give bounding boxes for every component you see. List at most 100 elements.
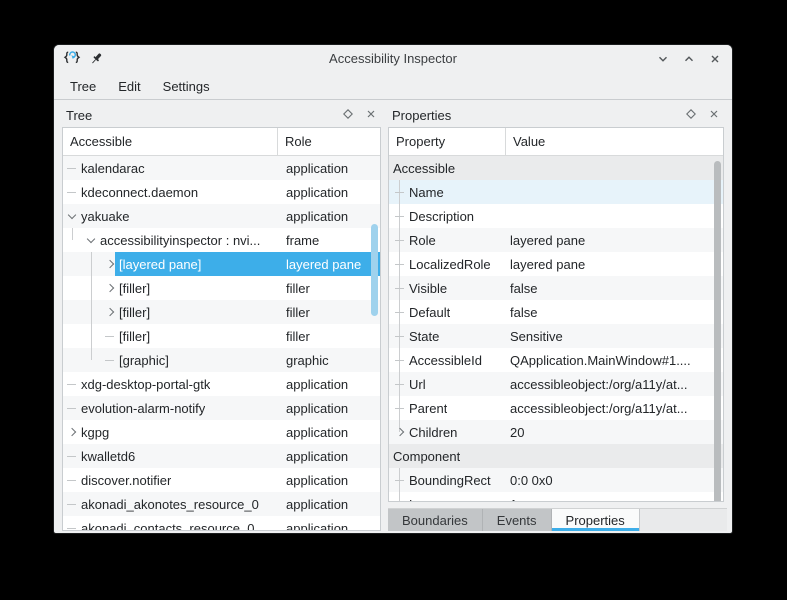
property-row[interactable]: Role layered pane xyxy=(389,228,723,252)
tree-row-label: discover.notifier xyxy=(81,472,172,488)
tree-scrollbar-thumb[interactable] xyxy=(371,224,378,316)
properties-table: Property Value Accessible Name Descripti… xyxy=(388,127,724,502)
tree-branch-dash xyxy=(67,527,76,529)
expander-open-icon[interactable] xyxy=(86,234,96,244)
tree-row[interactable]: yakuake application xyxy=(63,204,380,228)
tree-row-role: filler xyxy=(286,304,310,320)
tree-row[interactable]: discover.notifier application xyxy=(63,468,380,492)
property-value: false xyxy=(510,280,538,296)
property-row[interactable]: Parent accessibleobject:/org/a11y/at... xyxy=(389,396,723,420)
property-row[interactable]: Name xyxy=(389,180,723,204)
tree-branch-dash xyxy=(67,407,76,409)
tree-row[interactable]: accessibilityinspector : nvi... frame xyxy=(63,228,380,252)
minimize-button[interactable] xyxy=(656,52,670,66)
property-value: 1 xyxy=(506,497,517,502)
tree-row-role: application xyxy=(286,160,349,176)
close-button[interactable] xyxy=(708,52,722,66)
property-row[interactable]: AccessibleId QApplication.MainWindow#1..… xyxy=(389,348,723,372)
tree-branch-dash xyxy=(395,383,404,385)
tree-row-label: kgpg xyxy=(81,424,110,440)
property-value: accessibleobject:/org/a11y/at... xyxy=(510,376,688,392)
tree-row-label: kdeconnect.daemon xyxy=(81,184,199,200)
tree-row-role: graphic xyxy=(286,352,329,368)
properties-dock-titlebar[interactable]: Properties xyxy=(388,103,724,127)
tree-row[interactable]: [filler] filler xyxy=(63,276,380,300)
tree-row[interactable]: akonadi_contacts_resource_0 application xyxy=(63,516,380,530)
properties-dock: Properties Property Value Accessible Nam… xyxy=(388,103,724,502)
dock-tab[interactable]: Events xyxy=(482,509,552,531)
expander-closed-icon[interactable] xyxy=(105,307,115,317)
column-header-value[interactable]: Value xyxy=(506,128,545,155)
tree-row[interactable]: kwalletd6 application xyxy=(63,444,380,468)
tree-row[interactable]: [filler] filler xyxy=(63,300,380,324)
property-row[interactable]: Visible false xyxy=(389,276,723,300)
expander-open-icon[interactable] xyxy=(67,210,77,220)
tree-row-label: [filler] xyxy=(119,328,151,344)
tree-row[interactable]: evolution-alarm-notify application xyxy=(63,396,380,420)
tree-row[interactable]: kgpg application xyxy=(63,420,380,444)
expander-closed-icon[interactable] xyxy=(67,427,77,437)
property-value: QApplication.MainWindow#1.... xyxy=(510,352,691,368)
property-group-row[interactable]: Accessible xyxy=(389,156,723,180)
dock-float-button[interactable] xyxy=(341,107,355,124)
tree-row[interactable]: kdeconnect.daemon application xyxy=(63,180,380,204)
expander-closed-icon[interactable] xyxy=(105,283,115,293)
tree-row-role: application xyxy=(286,472,349,488)
tree-row[interactable]: [graphic] graphic xyxy=(63,348,380,372)
tree-row[interactable]: [layered pane] layered pane xyxy=(63,252,380,276)
tree-row-label: kwalletd6 xyxy=(81,448,136,464)
property-row[interactable]: Description xyxy=(389,204,723,228)
tree-row-label: [filler] xyxy=(119,304,151,320)
tree-row[interactable]: akonadi_akonotes_resource_0 application xyxy=(63,492,380,516)
tree-branch-dash xyxy=(67,383,76,385)
tree-branch-dash xyxy=(105,335,114,337)
app-window: Accessibility Inspector Tree Edit Settings… xyxy=(54,45,732,533)
property-value: Sensitive xyxy=(510,328,563,344)
menu-item[interactable]: Tree xyxy=(60,76,106,97)
property-row[interactable]: State Sensitive xyxy=(389,324,723,348)
property-group-row[interactable]: Component xyxy=(389,444,723,468)
tree-row[interactable]: [filler] filler xyxy=(63,324,380,348)
property-name: State xyxy=(409,328,440,344)
titlebar[interactable]: Accessibility Inspector xyxy=(54,45,732,73)
tree-row[interactable]: xdg-desktop-portal-gtk application xyxy=(63,372,380,396)
tree-row-role: application xyxy=(286,184,349,200)
column-header-accessible[interactable]: Accessible xyxy=(63,128,278,155)
dock-float-button[interactable] xyxy=(684,107,698,124)
dock-tab[interactable]: Boundaries xyxy=(388,509,483,531)
properties-scrollbar-thumb[interactable] xyxy=(714,161,721,501)
property-row[interactable]: Children 20 xyxy=(389,420,723,444)
tree-branch-dash xyxy=(395,335,404,337)
tree-row-label: [graphic] xyxy=(119,352,169,368)
property-row[interactable]: Default false xyxy=(389,300,723,324)
expander-closed-icon[interactable] xyxy=(395,427,405,437)
menu-item[interactable]: Settings xyxy=(153,76,220,97)
dock-tab[interactable]: Properties xyxy=(551,509,640,531)
tree-table: Accessible Role kalendarac application k… xyxy=(62,127,381,531)
expander-closed-icon[interactable] xyxy=(105,259,115,269)
tree-row-role: application xyxy=(286,400,349,416)
tree-branch-dash xyxy=(67,167,76,169)
tree-dock: Tree Accessible Role kalendarac applicat… xyxy=(62,103,381,531)
column-header-role[interactable]: Role xyxy=(278,128,312,155)
tree-row-label: akonadi_contacts_resource_0 xyxy=(81,520,255,531)
property-row[interactable]: Url accessibleobject:/org/a11y/at... xyxy=(389,372,723,396)
dock-close-button[interactable] xyxy=(364,107,378,124)
maximize-button[interactable] xyxy=(682,52,696,66)
tree-row[interactable]: kalendarac application xyxy=(63,156,380,180)
property-row[interactable]: LocalizedRole layered pane xyxy=(389,252,723,276)
property-name: Url xyxy=(409,376,426,392)
property-row[interactable]: Layer 1 xyxy=(389,492,723,502)
column-header-property[interactable]: Property xyxy=(389,128,506,155)
property-value: 0:0 0x0 xyxy=(510,472,553,488)
tree-dock-titlebar[interactable]: Tree xyxy=(62,103,381,127)
tree-row-role: filler xyxy=(286,328,310,344)
dock-close-button[interactable] xyxy=(707,107,721,124)
tree-scrollbar[interactable] xyxy=(371,156,379,530)
property-row[interactable]: BoundingRect 0:0 0x0 xyxy=(389,468,723,492)
tree-branch-dash xyxy=(395,239,404,241)
menu-item[interactable]: Edit xyxy=(108,76,150,97)
properties-scrollbar[interactable] xyxy=(714,156,722,501)
